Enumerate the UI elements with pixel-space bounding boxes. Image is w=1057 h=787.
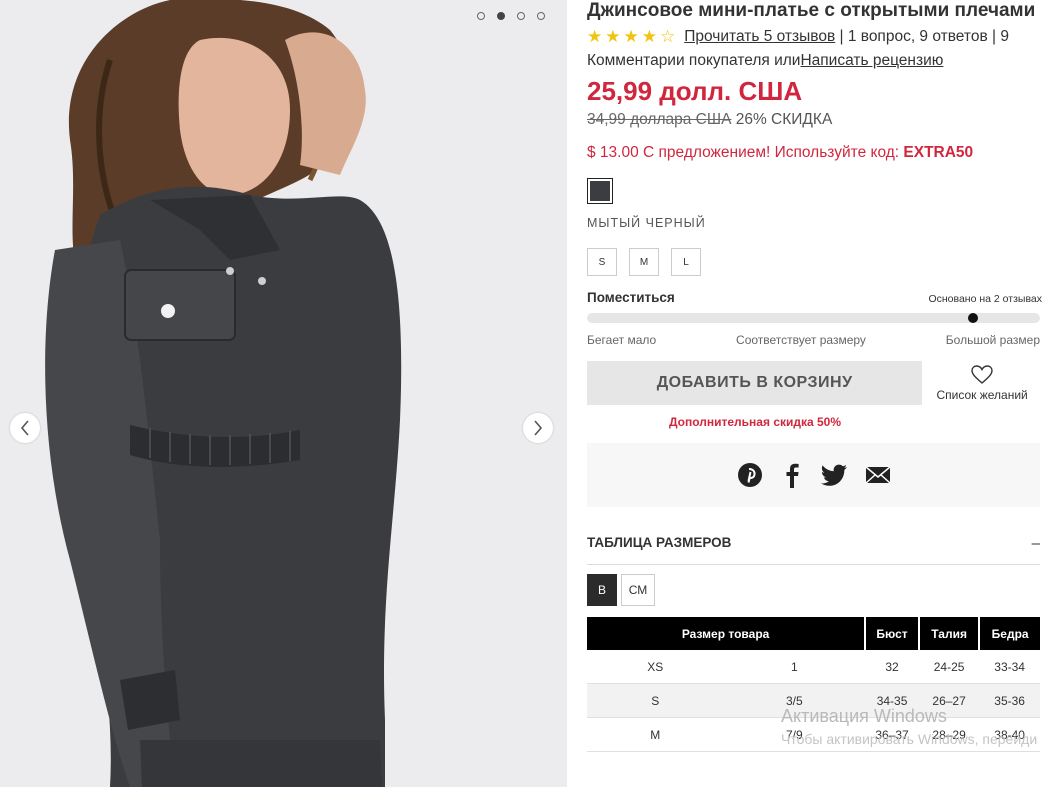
old-price: 34,99 доллара США <box>587 111 732 128</box>
unit-inches-button[interactable]: В <box>587 574 617 606</box>
fit-label-small: Бегает мало <box>587 333 657 347</box>
col-header-hips: Бедра <box>979 617 1040 650</box>
col-header-bust: Бюст <box>865 617 920 650</box>
size-option-s[interactable]: S <box>587 248 617 276</box>
unit-cm-button[interactable]: СМ <box>621 574 655 606</box>
unit-toggle: В СМ <box>587 574 1042 606</box>
table-cell: XS <box>587 650 724 684</box>
product-title: Джинсовое мини-платье с открытыми плечам… <box>587 0 1036 21</box>
product-photo <box>0 0 567 787</box>
twitter-icon[interactable] <box>820 464 847 486</box>
promo-text: $ 13.00 С предложением! Используйте код:… <box>587 144 1042 162</box>
table-cell: 1 <box>723 650 866 684</box>
star-filled-icon: ★ <box>605 27 621 46</box>
table-row: XS 1 32 24-25 33-34 <box>587 650 1040 684</box>
collapse-icon[interactable]: – <box>1032 535 1040 552</box>
table-cell: 33-34 <box>979 650 1040 684</box>
reviews-line: ★ ★ ★ ★ ☆ Прочитать 5 отзывов | 1 вопрос… <box>587 28 1042 46</box>
share-bar <box>587 443 1040 507</box>
current-price: 25,99 долл. США <box>587 76 803 106</box>
windows-activation-watermark: Активация Windows <box>781 706 947 726</box>
star-filled-icon: ★ <box>587 27 603 46</box>
gallery-next-button[interactable] <box>523 413 553 443</box>
old-price-line: 34,99 доллара США 26% СКИДКА <box>587 111 1042 129</box>
email-icon[interactable] <box>865 465 891 485</box>
promo-code: EXTRA50 <box>903 144 974 161</box>
extra-discount-text: Дополнительная скидка 50% <box>668 415 842 429</box>
discount-label: 26% СКИДКА <box>731 111 833 128</box>
table-cell: 32 <box>865 650 919 684</box>
facebook-icon[interactable] <box>781 462 803 488</box>
table-cell: S <box>587 683 724 718</box>
fit-title: Поместиться <box>587 290 675 305</box>
size-selector: S M L <box>587 248 1042 276</box>
read-reviews-link[interactable]: Прочитать 5 отзывов <box>684 28 835 46</box>
gallery-dots <box>477 12 545 20</box>
chevron-left-icon <box>20 420 29 436</box>
star-filled-icon: ★ <box>623 27 639 46</box>
table-cell: 35-36 <box>979 683 1040 718</box>
star-filled-icon: ★ <box>641 27 657 46</box>
fit-meter-marker <box>968 313 978 323</box>
gallery-dot-active[interactable] <box>497 12 505 20</box>
color-swatch[interactable] <box>587 178 613 204</box>
fit-labels: Бегает мало Соответствует размеру Большо… <box>587 333 1040 347</box>
size-option-m[interactable]: M <box>629 248 659 276</box>
size-chart-title: ТАБЛИЦА РАЗМЕРОВ <box>587 535 732 550</box>
pinterest-icon[interactable] <box>737 462 763 488</box>
table-cell: 24-25 <box>918 650 980 684</box>
fit-header: Поместиться Основано на 2 отзывах <box>587 290 1042 305</box>
fit-label-large: Большой размер <box>945 333 1040 347</box>
product-gallery <box>0 0 567 787</box>
star-empty-icon: ☆ <box>660 27 676 46</box>
rating-stars: ★ ★ ★ ★ ☆ <box>587 28 675 46</box>
wishlist-label: Список желаний <box>936 387 1028 402</box>
product-info-panel: Джинсовое мини-платье с открытыми плечам… <box>587 0 1042 752</box>
gallery-dot[interactable] <box>477 12 485 20</box>
color-swatch-fill <box>590 181 610 201</box>
size-chart-header[interactable]: ТАБЛИЦА РАЗМЕРОВ – <box>587 535 1040 565</box>
gallery-prev-button[interactable] <box>10 413 40 443</box>
customer-comments-text: Комментарии покупателя или <box>587 52 801 69</box>
reviews-questions-text: | 1 вопрос, 9 ответов | 9 <box>835 28 1009 45</box>
size-option-l[interactable]: L <box>671 248 701 276</box>
chevron-right-icon <box>534 420 543 436</box>
cart-row: ДОБАВИТЬ В КОРЗИНУ Список желаний <box>587 361 1042 405</box>
fit-note: Основано на 2 отзывах <box>928 293 1042 305</box>
windows-activation-hint: Чтобы активировать Windows, перейди <box>781 731 1038 747</box>
gallery-dot[interactable] <box>537 12 545 20</box>
reviews-line-2: Комментарии покупателя илиНаписать рецен… <box>587 52 1042 70</box>
gallery-dot[interactable] <box>517 12 525 20</box>
wishlist-button[interactable]: Список желаний <box>922 364 1042 402</box>
col-header-waist: Талия <box>918 617 981 650</box>
col-header-size: Размер товара <box>587 617 867 650</box>
promo-description: $ 13.00 С предложением! Используйте код: <box>587 144 904 161</box>
write-review-link[interactable]: Написать рецензию <box>800 52 943 69</box>
table-cell: M <box>587 717 724 752</box>
add-to-cart-button[interactable]: ДОБАВИТЬ В КОРЗИНУ <box>587 361 923 405</box>
color-name: МЫТЫЙ ЧЕРНЫЙ <box>587 216 706 230</box>
fit-meter <box>587 313 1040 323</box>
heart-icon <box>971 364 993 384</box>
size-chart-header-row: Размер товара Бюст Талия Бедра <box>587 617 1040 650</box>
fit-label-true: Соответствует размеру <box>736 333 866 347</box>
